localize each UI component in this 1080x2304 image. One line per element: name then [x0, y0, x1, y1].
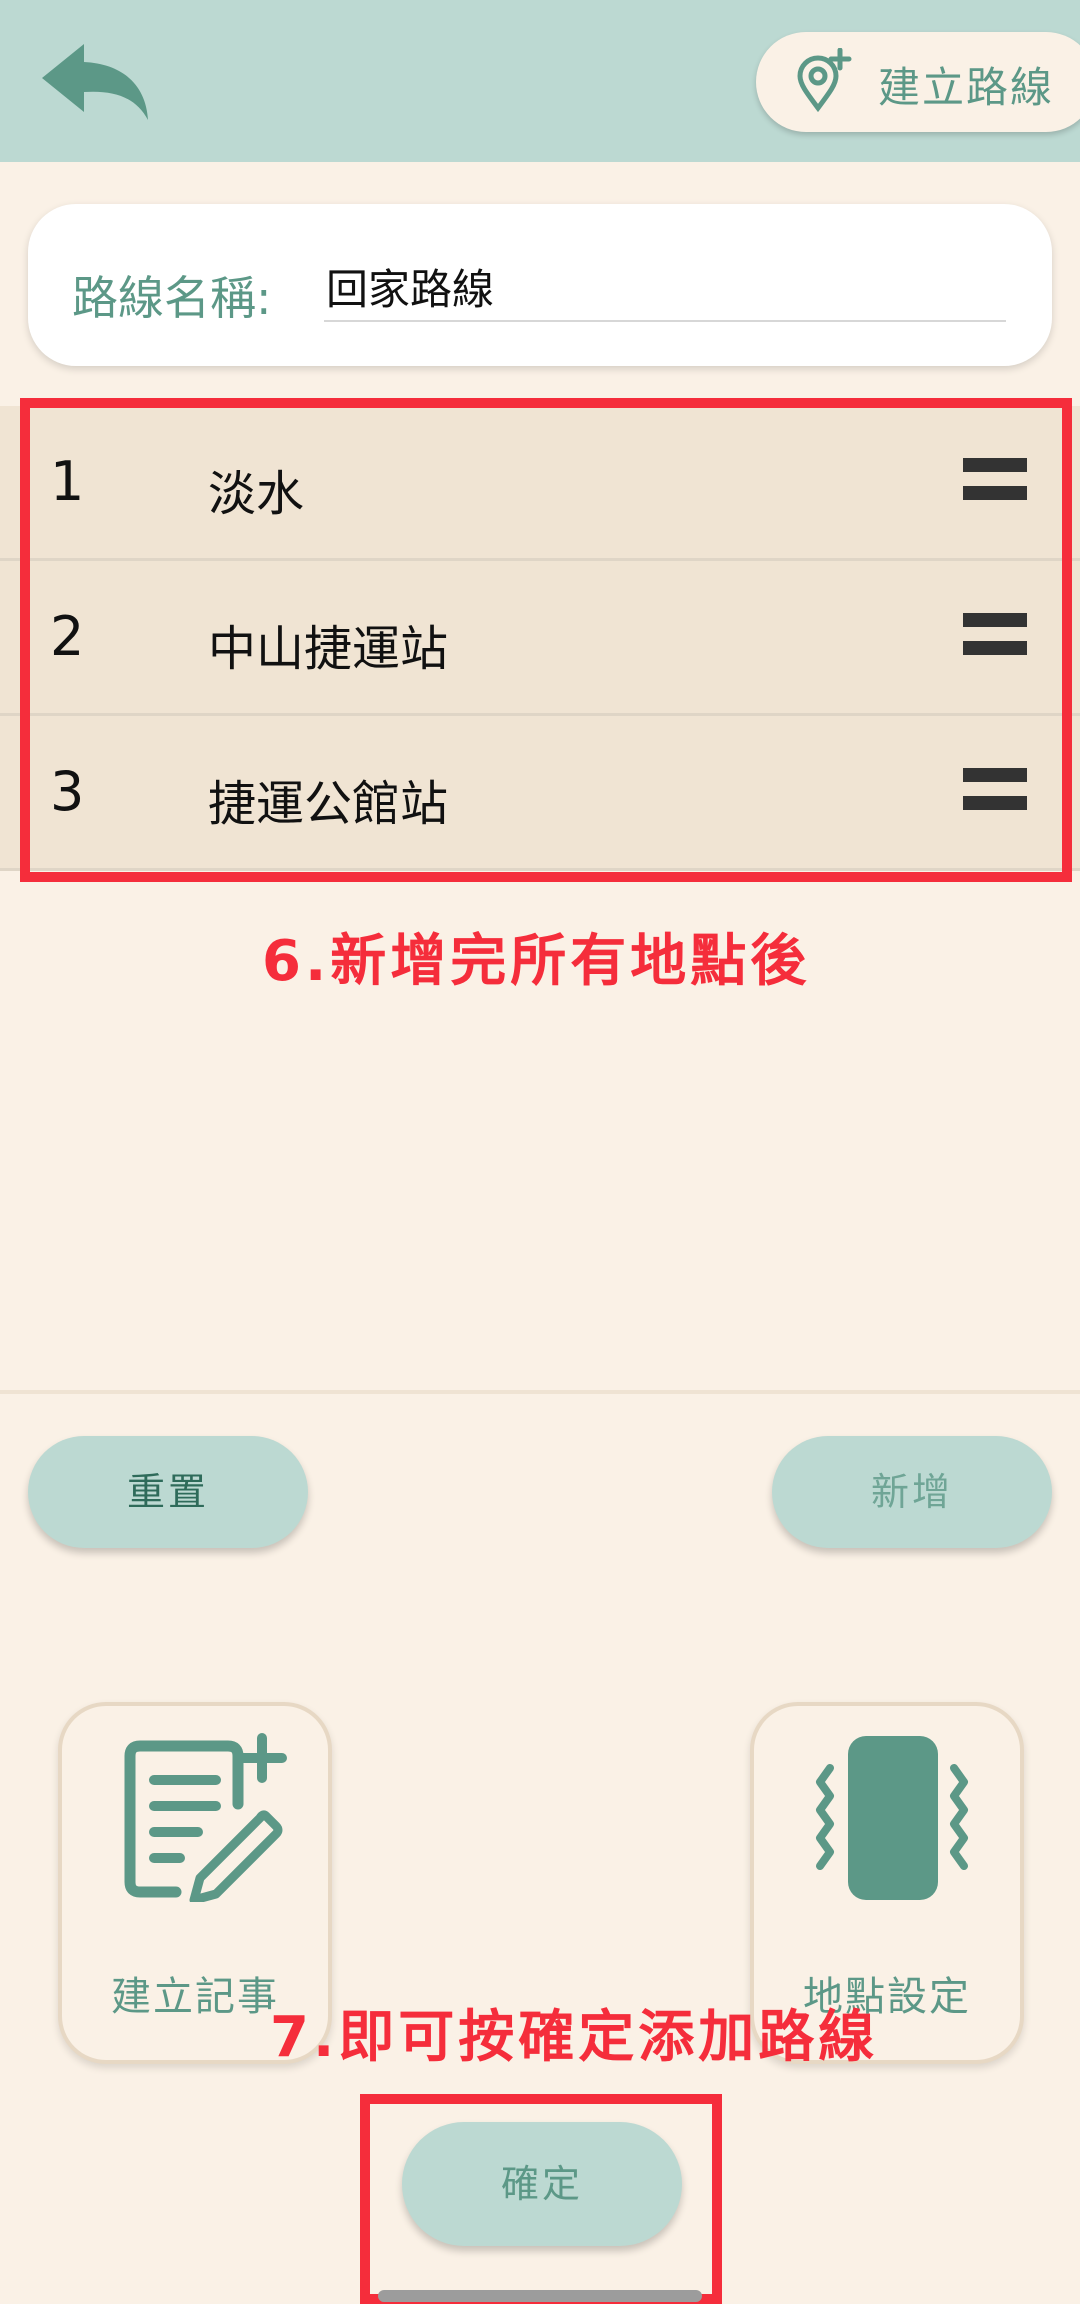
add-location-pin-icon [797, 48, 852, 113]
annotation-step6: 6.新增完所有地點後 [262, 929, 811, 994]
annotation-step7: 7.即可按確定添加路線 [270, 2005, 879, 2070]
home-indicator [378, 2290, 702, 2302]
route-name-underline [324, 320, 1006, 322]
annotation-box-confirm [360, 2094, 722, 2304]
route-name-label: 路線名稱: [72, 271, 272, 325]
back-arrow-icon [42, 44, 148, 120]
route-name-input[interactable]: 回家路線 [326, 256, 494, 317]
route-name-card: 路線名稱: 回家路線 [28, 204, 1052, 366]
phone-vibrate-icon [816, 1736, 968, 1900]
top-app-bar: 建立路線 [0, 0, 1080, 162]
reset-button[interactable]: 重置 [28, 1436, 308, 1548]
back-button[interactable] [36, 36, 156, 126]
add-button[interactable]: 新增 [772, 1436, 1052, 1548]
reset-label: 重置 [126, 1470, 209, 1514]
note-add-icon [124, 1733, 287, 1902]
annotation-box-list [20, 398, 1072, 882]
create-route-label: 建立路線 [878, 63, 1055, 112]
create-route-button[interactable]: 建立路線 [756, 32, 1080, 132]
section-divider [0, 1390, 1080, 1394]
add-label: 新增 [870, 1470, 953, 1514]
